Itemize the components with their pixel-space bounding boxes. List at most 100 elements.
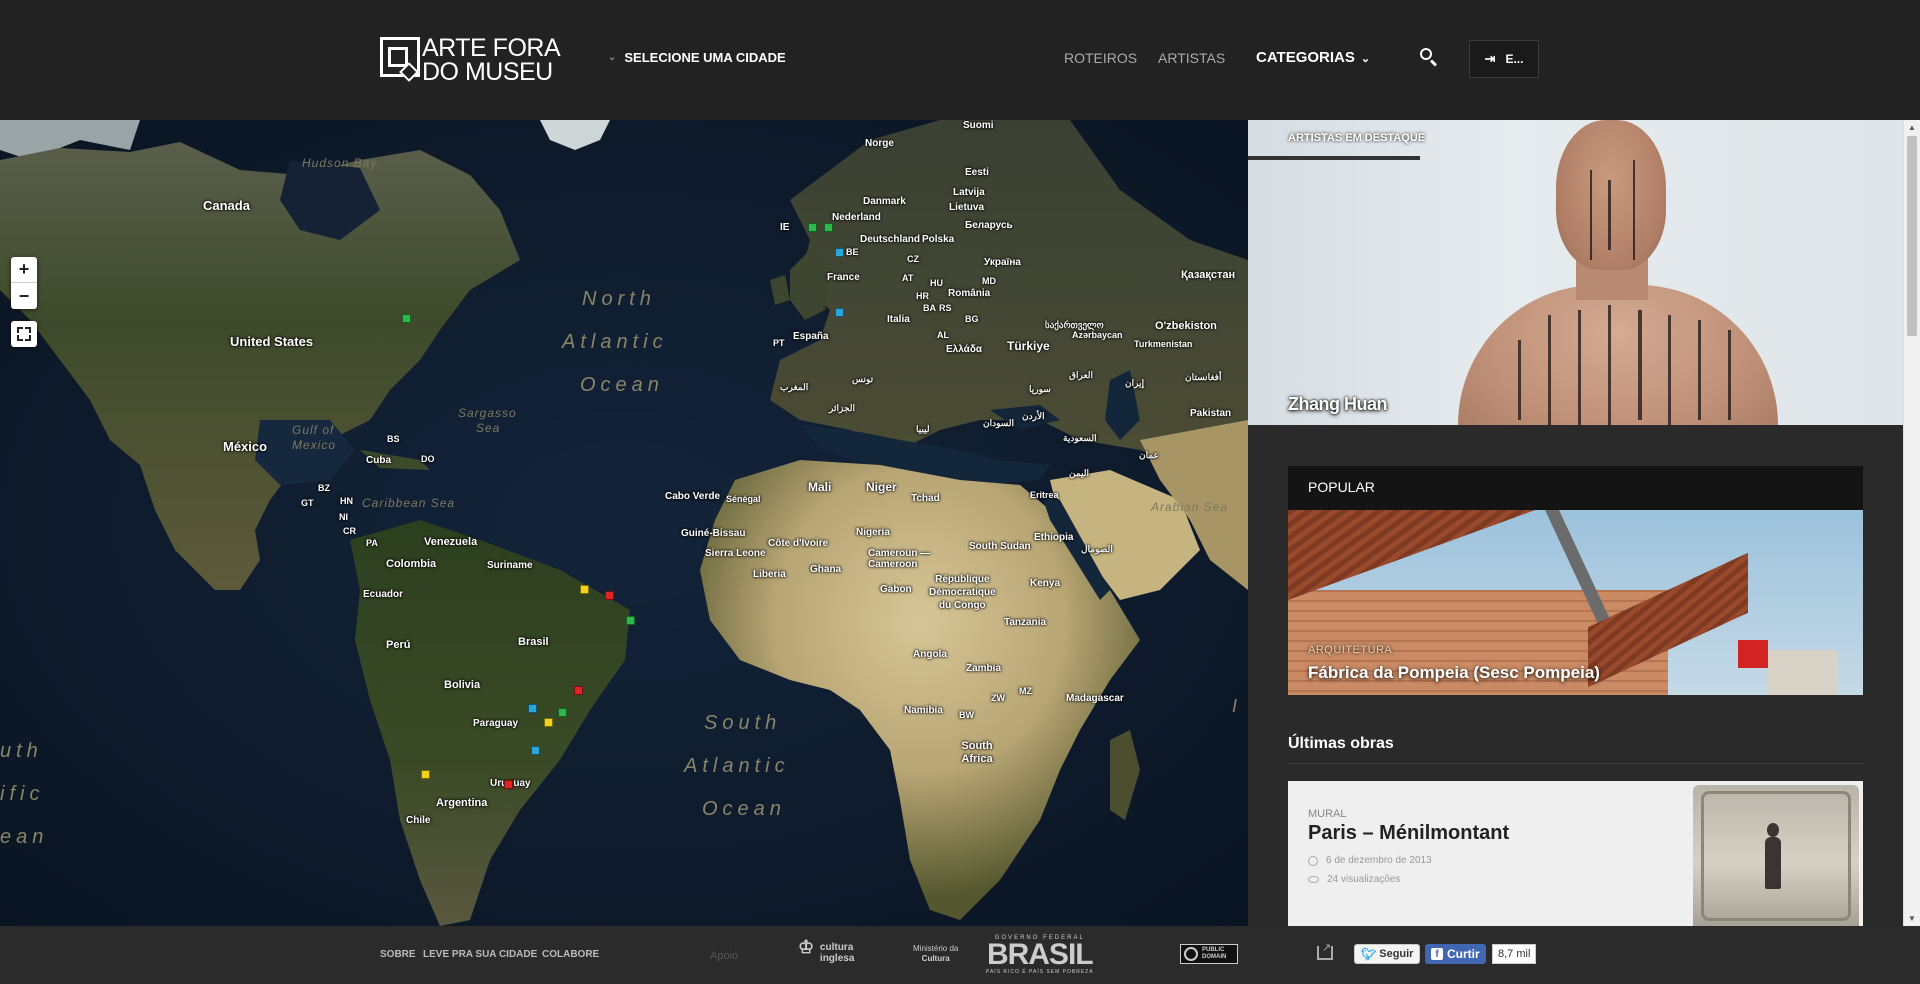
logo-mark-icon — [378, 35, 422, 85]
map-marker[interactable] — [626, 616, 635, 625]
country-label: AT — [902, 273, 914, 283]
country-label: Suriname — [487, 560, 533, 571]
country-label: ZW — [991, 693, 1005, 703]
sign-in-icon: ⇥ — [1484, 51, 1496, 66]
map-marker[interactable] — [574, 686, 583, 695]
map-marker[interactable] — [835, 308, 844, 317]
country-label: Chile — [406, 815, 431, 826]
map-marker[interactable] — [605, 591, 614, 600]
nav-categorias[interactable]: CATEGORIAS ⌄ — [1256, 49, 1370, 66]
country-label: RS — [939, 303, 952, 313]
country-label: South Sudan — [969, 541, 1031, 552]
country-label: Norge — [865, 138, 894, 149]
map-marker[interactable] — [835, 248, 844, 257]
country-label: Zambia — [966, 663, 1002, 674]
country-label: Paraguay — [473, 718, 519, 729]
facebook-like-button[interactable]: f Curtir — [1425, 944, 1486, 964]
login-button[interactable]: ⇥ E... — [1469, 40, 1539, 78]
sponsor-cultura-inglesa[interactable]: ♔ cultura inglesa — [798, 938, 855, 964]
country-label: الأردن — [1022, 411, 1045, 421]
sea-label: Mexico — [292, 438, 337, 452]
country-label: Latvija — [953, 187, 985, 198]
country-label: BE — [846, 247, 859, 257]
country-label: Ecuador — [363, 589, 404, 600]
popular-heading: POPULAR — [1288, 466, 1863, 510]
country-label: México — [223, 439, 268, 454]
map-marker[interactable] — [402, 314, 411, 323]
ocean-label: Atlantic — [562, 331, 668, 353]
map-marker[interactable] — [421, 770, 430, 779]
map-marker[interactable] — [531, 746, 540, 755]
nav-artistas[interactable]: ARTISTAS — [1158, 50, 1225, 66]
zoom-out-button[interactable]: − — [11, 283, 37, 309]
country-label: أفغانستان — [1185, 372, 1222, 382]
sponsor-minist-line1: Ministério da — [913, 944, 959, 953]
country-label: IE — [780, 222, 790, 233]
sea-label: Caribbean Sea — [362, 496, 456, 510]
country-label: AL — [937, 330, 949, 340]
share-icon[interactable]: ↗ — [1317, 942, 1333, 960]
scrollbar-thumb[interactable] — [1907, 136, 1917, 336]
scroll-up-icon[interactable]: ▲ — [1908, 123, 1916, 132]
ocean-label: I — [1232, 696, 1243, 716]
sidebar-scrollbar[interactable]: ▲ ▼ — [1903, 120, 1920, 926]
country-label: Perú — [386, 639, 411, 651]
site-footer: SOBRE LEVE PRA SUA CIDADE COLABORE Apoio… — [0, 926, 1920, 984]
country-label: BS — [387, 434, 400, 444]
facebook-like-label: Curtir — [1447, 947, 1480, 961]
featured-tab: ARTISTAS EM DESTAQUE — [1248, 120, 1425, 160]
country-label: Madagascar — [1066, 693, 1124, 704]
eye-icon — [1308, 876, 1319, 883]
twitter-follow-button[interactable]: 🐦︎ Seguir — [1354, 944, 1421, 964]
scroll-down-icon[interactable]: ▼ — [1908, 914, 1916, 923]
country-label: Cuba — [366, 455, 391, 466]
footer-link-sobre[interactable]: SOBRE — [380, 949, 416, 960]
footer-link-leve[interactable]: LEVE PRA SUA CIDADE — [423, 949, 537, 960]
sea-label: Gulf of — [292, 423, 335, 437]
chevron-down-icon: ⌄ — [608, 52, 617, 63]
sponsor-ministerio-cultura[interactable]: Ministério da Cultura — [913, 944, 958, 964]
nav-roteiros[interactable]: ROTEIROS — [1064, 50, 1137, 66]
map-marker[interactable] — [528, 704, 537, 713]
popular-title[interactable]: Fábrica da Pompeia (Sesc Pompeia) — [1308, 663, 1600, 683]
footer-link-colabore[interactable]: COLABORE — [542, 949, 599, 960]
map-marker[interactable] — [504, 780, 513, 789]
work-category[interactable]: MURAL — [1308, 808, 1347, 820]
map-marker[interactable] — [580, 585, 589, 594]
zoom-control: + − — [11, 257, 37, 309]
sponsor-governo-brasil[interactable]: GOVERNO FEDERAL BRASIL PAÍS RICO É PAÍS … — [986, 935, 1094, 975]
map-marker[interactable] — [558, 708, 567, 717]
sea-label: Hudson Bay — [302, 156, 378, 170]
sponsor-cultura-line2: inglesa — [819, 953, 855, 964]
world-map[interactable]: North Atlantic Ocean South Atlantic Ocea… — [0, 120, 1248, 926]
featured-artist-card[interactable]: ARTISTAS EM DESTAQUE Zhang Huan — [1248, 120, 1903, 425]
city-selector-label: SELECIONE UMA CIDADE — [624, 50, 786, 65]
site-logo[interactable]: ARTE FORA DO MUSEU — [378, 34, 561, 86]
sea-label: Sargasso — [458, 406, 517, 420]
country-label: Mali — [808, 480, 832, 494]
work-thumbnail[interactable] — [1693, 785, 1859, 926]
fullscreen-icon[interactable] — [11, 321, 37, 347]
map-marker[interactable] — [824, 223, 833, 232]
country-label: Deutschland — [860, 234, 921, 245]
city-selector[interactable]: ⌄ SELECIONE UMA CIDADE — [608, 50, 786, 65]
map-marker[interactable] — [544, 718, 553, 727]
zoom-in-button[interactable]: + — [11, 257, 37, 283]
twitter-follow-label: Seguir — [1379, 948, 1414, 960]
country-label: MZ — [1019, 686, 1032, 696]
featured-artist-name[interactable]: Zhang Huan — [1288, 394, 1388, 415]
public-domain-badge[interactable]: PUBLIC DOMAIN — [1180, 944, 1238, 964]
country-label: Côte d'Ivoire — [768, 538, 829, 549]
country-label: Guiné-Bissau — [681, 528, 746, 539]
ocean-label: ific — [0, 783, 45, 805]
latest-works-heading: Últimas obras — [1288, 735, 1863, 764]
country-label: Беларусь — [965, 220, 1013, 231]
latest-work-card[interactable]: MURAL Paris – Ménilmontant 6 de dezembro… — [1288, 781, 1863, 926]
map-marker[interactable] — [808, 223, 817, 232]
country-label: Liberia — [753, 569, 786, 580]
work-title[interactable]: Paris – Ménilmontant — [1308, 822, 1509, 845]
popular-category[interactable]: ARQUITETURA — [1308, 644, 1392, 656]
search-icon[interactable] — [1418, 46, 1440, 68]
country-label: Angola — [913, 649, 947, 660]
country-label: عمان — [1139, 450, 1159, 460]
